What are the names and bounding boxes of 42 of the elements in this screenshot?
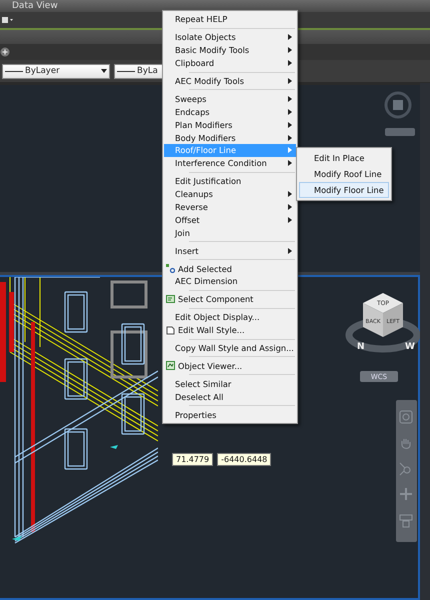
view-button[interactable] <box>385 128 415 136</box>
menu-item[interactable]: Interference Condition <box>164 156 296 170</box>
scrollbar[interactable] <box>420 83 430 600</box>
menu-item[interactable]: Copy Wall Style and Assign... <box>164 342 296 354</box>
menu-item[interactable]: Modify Floor Line <box>299 182 389 198</box>
hand-icon[interactable] <box>399 437 413 451</box>
menu-item[interactable]: Join <box>164 226 296 240</box>
window-title: Data View <box>0 0 430 12</box>
page-icon <box>166 326 175 335</box>
menu-item[interactable]: Object Viewer... <box>164 359 296 372</box>
menu-item[interactable]: Deselect All <box>164 390 296 404</box>
menu-item[interactable]: Edit Justification <box>164 174 296 188</box>
menu-item[interactable]: Add Selected <box>164 262 296 276</box>
menu-item[interactable]: AEC Dimension <box>164 275 296 288</box>
component-icon <box>166 294 175 304</box>
app-icon <box>2 16 14 24</box>
zoom-icon[interactable] <box>399 462 413 476</box>
add-tab-icon[interactable] <box>0 47 10 57</box>
menu-item[interactable]: Properties <box>164 408 296 422</box>
viewer-icon <box>166 361 175 370</box>
menu-item[interactable]: Edit Wall Style... <box>164 324 296 337</box>
add-selection-icon <box>166 264 175 274</box>
menu-item[interactable]: Select Similar <box>164 377 296 390</box>
menu-item[interactable]: Select Component <box>164 292 296 306</box>
menu-item[interactable]: Edit In Place <box>299 150 389 166</box>
menu-item[interactable]: Modify Roof Line <box>299 166 389 182</box>
compass-icon[interactable] <box>384 91 412 119</box>
coordinate-tooltip: 71.4779 <box>172 453 214 466</box>
layer-dropdown[interactable]: ByLayer <box>2 64 110 78</box>
menu-item[interactable]: Clipboard <box>164 56 296 70</box>
menu-item[interactable]: Sweeps <box>164 92 296 106</box>
menu-item[interactable]: Plan Modifiers <box>164 118 296 132</box>
caret-icon <box>101 69 107 73</box>
menu-item[interactable]: Insert <box>164 244 296 258</box>
menu-item[interactable]: Reverse <box>164 200 296 214</box>
coordinate-tooltip: -6440.6448 <box>217 453 272 466</box>
menu-item[interactable]: Offset <box>164 213 296 226</box>
menu-item[interactable]: Body Modifiers <box>164 131 296 144</box>
menu-item[interactable]: AEC Modify Tools <box>164 74 296 88</box>
menu-item[interactable]: Endcaps <box>164 105 296 118</box>
menu-item[interactable]: Edit Object Display... <box>164 310 296 324</box>
menu-item[interactable]: Cleanups <box>164 188 296 201</box>
